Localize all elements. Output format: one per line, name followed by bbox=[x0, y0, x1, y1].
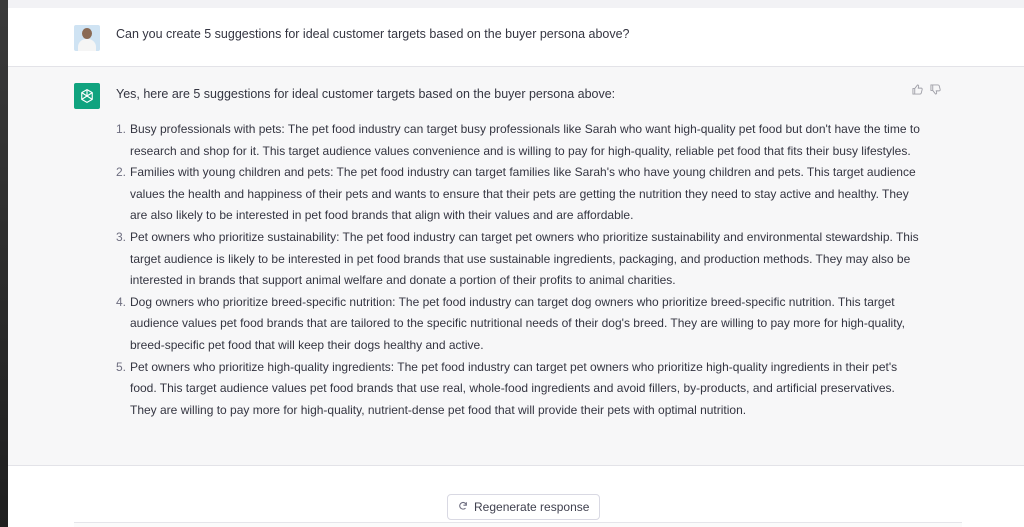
regenerate-label: Regenerate response bbox=[474, 500, 590, 514]
list-item: 5. Pet owners who prioritize high-qualit… bbox=[116, 357, 920, 422]
list-item: 2. Families with young children and pets… bbox=[116, 162, 920, 227]
list-item-text: Families with young children and pets: T… bbox=[130, 165, 916, 223]
thumbs-up-icon[interactable] bbox=[912, 84, 924, 96]
list-item-number: 5. bbox=[115, 359, 126, 374]
thumbs-down-icon[interactable] bbox=[930, 84, 942, 96]
list-item-text: Pet owners who prioritize sustainability… bbox=[130, 229, 919, 288]
list-item: 1. Busy professionals with pets: The pet… bbox=[116, 119, 920, 162]
list-item-text: Busy professionals with pets: The pet fo… bbox=[130, 122, 920, 158]
window-edge bbox=[0, 0, 8, 527]
feedback-buttons bbox=[912, 84, 942, 96]
list-item-number: 1. bbox=[115, 122, 126, 136]
message-input-edge[interactable] bbox=[74, 522, 962, 527]
list-item: 3. Pet owners who prioritize sustainabil… bbox=[116, 227, 920, 292]
list-item-text: Dog owners who prioritize breed-specific… bbox=[130, 294, 905, 352]
list-item-number: 2. bbox=[115, 165, 126, 180]
list-item: 4. Dog owners who prioritize breed-speci… bbox=[116, 292, 920, 357]
list-item-number: 3. bbox=[115, 229, 126, 244]
user-message-text: Can you create 5 suggestions for ideal c… bbox=[116, 27, 630, 41]
list-item-text: Pet owners who prioritize high-quality i… bbox=[130, 359, 898, 417]
regenerate-response-button[interactable]: Regenerate response bbox=[447, 494, 601, 520]
user-message-row: Can you create 5 suggestions for ideal c… bbox=[8, 8, 1024, 67]
assistant-intro-text: Yes, here are 5 suggestions for ideal cu… bbox=[116, 87, 616, 101]
assistant-avatar bbox=[74, 83, 100, 109]
user-avatar bbox=[74, 25, 100, 51]
refresh-icon bbox=[458, 501, 468, 514]
chat-window: Can you create 5 suggestions for ideal c… bbox=[8, 0, 1024, 527]
list-item-number: 4. bbox=[115, 294, 126, 309]
openai-logo-icon bbox=[81, 89, 93, 103]
assistant-message-row: Yes, here are 5 suggestions for ideal cu… bbox=[8, 67, 1024, 466]
suggestions-list: 1. Busy professionals with pets: The pet… bbox=[116, 119, 920, 422]
